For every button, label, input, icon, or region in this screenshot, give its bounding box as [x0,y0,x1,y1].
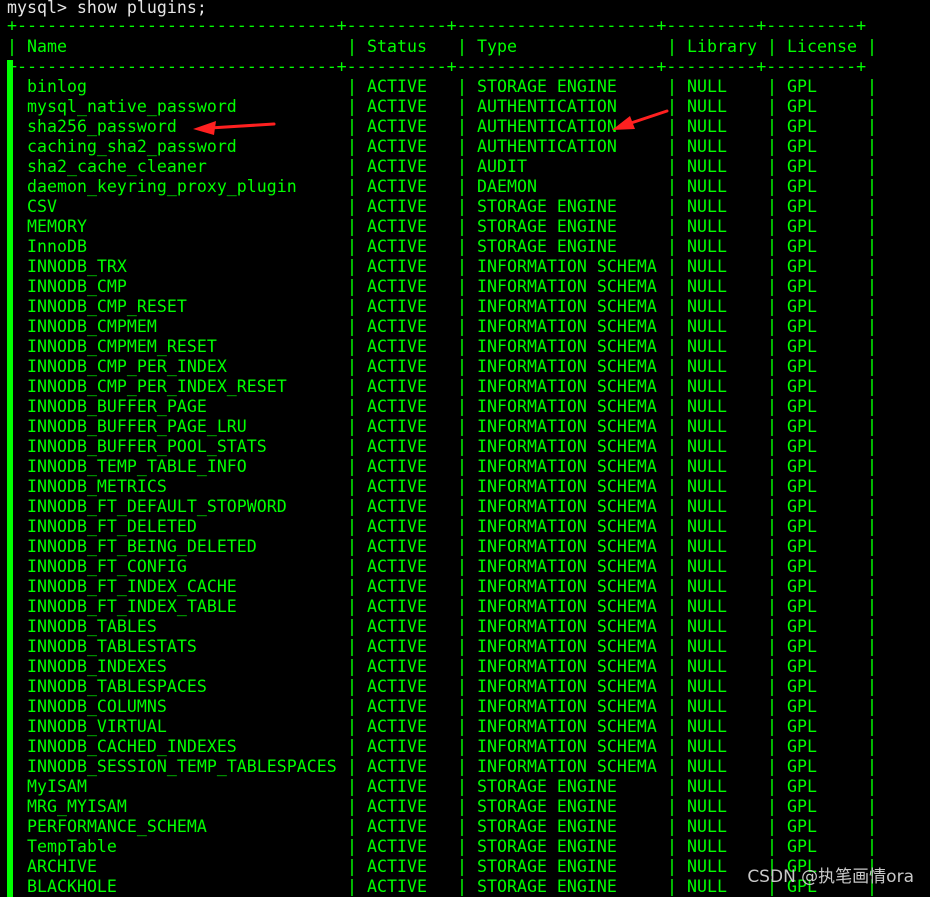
terminal-window[interactable]: mysql> show plugins; +------------------… [0,0,930,897]
annotation-layer [193,109,669,135]
red-arrow-icon [612,109,669,130]
red-arrow-icon [193,121,276,135]
csdn-watermark: CSDN @执笔画情ora [747,867,914,887]
